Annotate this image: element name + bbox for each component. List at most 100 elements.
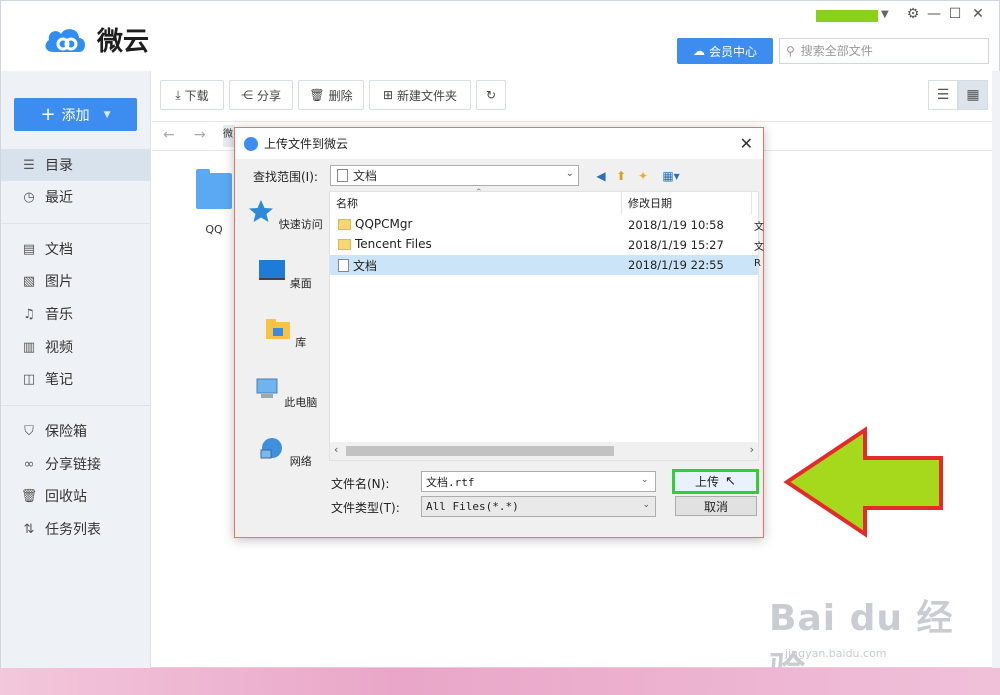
sidebar-item-label: 视频	[45, 340, 73, 356]
table-row[interactable]: Tencent Files 2018/1/19 15:27 文	[330, 235, 764, 255]
place-this-pc[interactable]: 此电脑	[241, 377, 329, 410]
sidebar-item-images[interactable]: ▧ 图片	[1, 265, 151, 297]
place-quick-access[interactable]: 快速访问	[241, 199, 329, 232]
desktop-background-strip	[0, 668, 1000, 695]
forward-arrow-icon[interactable]: →	[194, 127, 206, 143]
trash-icon: 🗑	[309, 88, 325, 102]
desktop-icon	[259, 260, 286, 280]
sidebar-item-label: 任务列表	[45, 522, 101, 538]
lookin-select[interactable]: 文档 ⌄	[330, 165, 579, 186]
file-name: Tencent Files	[355, 237, 432, 251]
up-folder-icon[interactable]: ⬆	[613, 168, 629, 184]
cancel-button[interactable]: 取消	[675, 496, 757, 516]
scroll-left-icon[interactable]: ‹	[334, 443, 338, 456]
filetype-value: All Files(*.*)	[426, 500, 519, 513]
sidebar: + 添加 ▼ ☰ 目录 ◷ 最近 ▤ 文档 ▧ 图片 ♫ 音乐 ▥ 视频 ◫ 笔…	[1, 71, 151, 669]
table-row[interactable]: QQPCMgr 2018/1/19 10:58 文	[330, 215, 764, 235]
sidebar-item-safe[interactable]: ⛉ 保险箱	[1, 415, 151, 447]
document-icon	[337, 169, 348, 182]
vip-center-button[interactable]: ☁ 会员中心	[677, 38, 773, 64]
back-icon[interactable]: ◀	[593, 168, 609, 184]
user-account-bar[interactable]	[816, 10, 878, 22]
delete-label: 删除	[328, 88, 353, 103]
sidebar-item-recycle-bin[interactable]: 🗑 回收站	[1, 480, 151, 512]
transfer-icon: ⇅	[23, 521, 35, 537]
sidebar-item-documents[interactable]: ▤ 文档	[1, 233, 151, 265]
upload-button[interactable]: 上传 ↖	[672, 469, 759, 494]
sidebar-item-music[interactable]: ♫ 音乐	[1, 298, 151, 330]
list-view-icon: ☰	[936, 87, 950, 103]
sidebar-item-share-links[interactable]: ∞ 分享链接	[1, 448, 151, 480]
shield-icon: ⛉	[24, 423, 34, 439]
search-box[interactable]: ⚲	[779, 38, 989, 64]
close-button[interactable]: ✕	[970, 6, 986, 22]
filetype-label: 文件类型(T):	[331, 501, 400, 515]
file-type-partial: 文	[754, 222, 764, 233]
sidebar-item-label: 笔记	[45, 372, 73, 388]
place-label: 网络	[289, 455, 312, 468]
file-date: 2018/1/19 22:55	[628, 258, 724, 272]
new-folder-label: 新建文件夹	[397, 88, 458, 103]
file-date: 2018/1/19 10:58	[628, 218, 724, 232]
view-menu-icon[interactable]: ▦▾	[657, 168, 685, 184]
settings-gear-icon[interactable]: ⚙	[905, 6, 921, 22]
weiyun-icon	[244, 136, 258, 151]
dialog-titlebar: 上传文件到微云	[235, 128, 763, 159]
place-label: 此电脑	[284, 396, 318, 409]
place-label: 桌面	[289, 277, 312, 290]
file-date: 2018/1/19 15:27	[628, 238, 724, 252]
delete-button[interactable]: 🗑 删除	[298, 80, 364, 110]
vertical-scrollbar[interactable]	[992, 71, 1000, 669]
minimize-button[interactable]: —	[926, 6, 942, 22]
back-arrow-icon[interactable]: ←	[163, 127, 175, 143]
upload-label: 上传	[695, 475, 720, 489]
filename-input[interactable]	[421, 471, 656, 492]
sidebar-item-label: 文档	[45, 242, 73, 258]
new-folder-icon[interactable]: ✦	[635, 168, 651, 184]
folder-icon	[338, 218, 351, 230]
watermark-sub: jingyan.baidu.com	[785, 647, 887, 660]
add-button[interactable]: + 添加 ▼	[14, 98, 137, 131]
scroll-right-icon[interactable]: ›	[750, 443, 754, 456]
maximize-button[interactable]: ☐	[947, 6, 963, 22]
download-icon: ⤓	[175, 87, 181, 102]
folder-icon	[196, 169, 232, 209]
list-icon: ☰	[23, 157, 35, 173]
network-icon	[260, 438, 283, 459]
scroll-thumb[interactable]	[346, 446, 614, 456]
chevron-down-icon[interactable]: ▼	[881, 9, 889, 20]
list-view-button[interactable]: ☰	[928, 80, 958, 110]
add-label: 添加	[61, 107, 90, 124]
new-folder-button[interactable]: ⊞ 新建文件夹	[369, 80, 471, 110]
file-list: 名称 ⌃ 修改日期 QQPCMgr 2018/1/19 10:58 文 Tenc…	[329, 188, 764, 461]
sidebar-item-directory[interactable]: ☰ 目录	[1, 149, 151, 181]
refresh-button[interactable]: ↻	[476, 80, 506, 110]
place-desktop[interactable]: 桌面	[241, 258, 329, 291]
place-library[interactable]: 库	[241, 317, 329, 350]
sidebar-item-notes[interactable]: ◫ 笔记	[1, 363, 151, 395]
lookin-value: 文档	[353, 169, 378, 183]
share-label: 分享	[256, 88, 281, 103]
sidebar-item-recent[interactable]: ◷ 最近	[1, 181, 151, 213]
video-icon: ▥	[22, 339, 36, 355]
grid-view-button[interactable]: ▦	[958, 80, 988, 110]
share-button[interactable]: ⋲ 分享	[229, 80, 293, 110]
column-header-date[interactable]: 修改日期	[622, 192, 752, 214]
document-icon	[338, 259, 349, 272]
table-row-selected[interactable]: 文档 2018/1/19 22:55 R	[330, 255, 761, 275]
sidebar-item-task-list[interactable]: ⇅ 任务列表	[1, 513, 151, 545]
place-label: 库	[295, 336, 307, 349]
column-header-name[interactable]: 名称 ⌃	[330, 188, 622, 214]
download-button[interactable]: ⤓ 下载	[160, 80, 224, 110]
link-icon: ∞	[23, 456, 35, 472]
star-icon	[249, 200, 274, 222]
sidebar-item-video[interactable]: ▥ 视频	[1, 331, 151, 363]
search-input[interactable]	[800, 44, 971, 58]
chevron-down-icon[interactable]: ⌄	[641, 475, 649, 485]
folder-item[interactable]: QQ	[194, 169, 234, 236]
place-network[interactable]: 网络	[241, 436, 329, 469]
close-icon[interactable]: ✕	[740, 134, 753, 153]
horizontal-scrollbar[interactable]: ‹ ›	[330, 442, 758, 460]
filetype-select[interactable]: All Files(*.*) ⌄	[421, 496, 656, 517]
chevron-down-icon: ⌄	[642, 500, 650, 510]
